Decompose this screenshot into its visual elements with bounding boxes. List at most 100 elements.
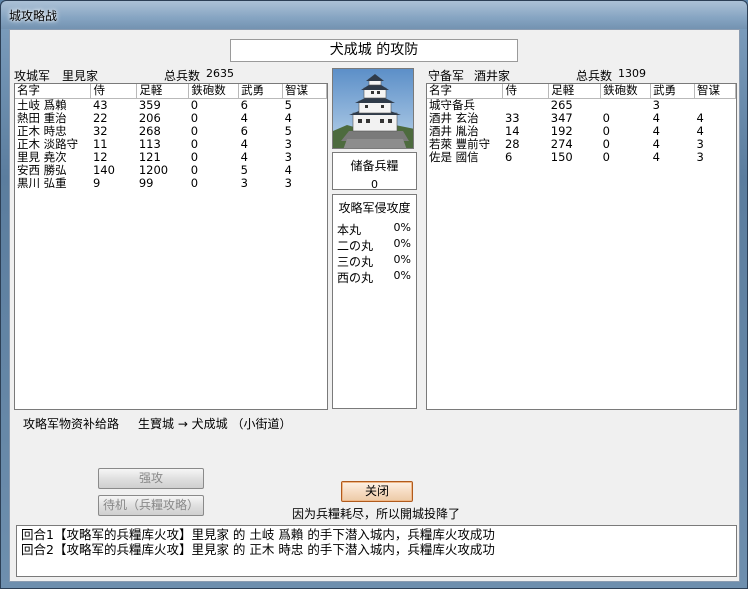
defender-total-label: 总兵数 [576, 69, 613, 83]
defender-total: 1309 [618, 67, 646, 80]
attacker-label: 攻城军 [14, 69, 51, 83]
cell-ashigaru: 192 [550, 123, 573, 138]
cell-samurai: 140 [92, 162, 115, 177]
provisions-label: 储备兵糧 [350, 159, 399, 173]
cell-intellect: 4 [696, 110, 704, 125]
cell-intellect: 4 [284, 110, 292, 125]
cell-intellect: 3 [284, 175, 292, 190]
column-header-valor[interactable]: 武勇 [650, 84, 696, 99]
cell-guns: 0 [602, 149, 610, 164]
cell-samurai: 11 [92, 136, 108, 151]
log-line: 回合1【攻略军的兵糧库火攻】里見家 的 土岐 爲賴 的手下潜入城内，兵糧库火攻成… [21, 527, 495, 542]
cell-name: 酒井 胤治 [429, 123, 479, 138]
wait-siege-button[interactable]: 待机（兵糧攻略） [98, 495, 204, 516]
section-value: 0% [393, 269, 411, 282]
section-value: 0% [393, 221, 411, 234]
section-name: 二の丸 [337, 239, 374, 253]
column-header-intellect[interactable]: 智谋 [282, 84, 327, 99]
cell-guns: 0 [602, 110, 610, 125]
cell-valor: 3 [652, 97, 660, 112]
cell-intellect: 3 [284, 149, 292, 164]
column-header-name[interactable]: 名字 [427, 84, 504, 99]
castle-illustration [333, 69, 413, 148]
table-row[interactable]: 酒井 玄治 33 347 0 4 4 [427, 110, 736, 125]
table-row[interactable]: 若萊 豐前守 28 274 0 4 3 [427, 136, 736, 151]
column-header-ashigaru[interactable]: 足軽 [548, 84, 602, 99]
table-row[interactable]: 安西 勝弘 140 1200 0 5 4 [15, 162, 327, 177]
attacker-list[interactable]: 名字 侍 足軽 鉄砲数 武勇 智谋 土岐 爲賴 43 359 0 6 5 熱田 重治 22 2… [14, 83, 328, 410]
defender-header-row: 名字 侍 足軽 鉄砲数 武勇 智谋 [427, 84, 736, 99]
castle-status-column: 储备兵糧 0 攻略军侵攻度 本丸 0% 二の丸 0% 三の丸 0% 西の丸 0% [332, 68, 420, 410]
cell-ashigaru: 268 [138, 123, 161, 138]
table-row[interactable]: 正木 時忠 32 268 0 6 5 [15, 123, 327, 138]
cell-ashigaru: 150 [550, 149, 573, 164]
cell-name: 酒井 玄治 [429, 110, 479, 125]
defender-list[interactable]: 名字 侍 足軽 鉄砲数 武勇 智谋 城守备兵 265 3 酒井 玄治 33 347 0 4 4… [426, 83, 737, 410]
cell-samurai: 9 [92, 175, 101, 190]
log-line: 回合2【攻略军的兵糧库火攻】里見家 的 正木 時忠 的手下潜入城内，兵糧库火攻成… [21, 542, 495, 557]
cell-name: 正木 時忠 [17, 123, 67, 138]
column-header-valor[interactable]: 武勇 [238, 84, 284, 99]
cell-guns: 0 [190, 149, 199, 164]
table-row[interactable]: 里見 堯次 12 121 0 4 3 [15, 149, 327, 164]
cell-intellect: 3 [696, 149, 704, 164]
battle-log[interactable]: 回合1【攻略军的兵糧库火攻】里見家 的 土岐 爲賴 的手下潜入城内，兵糧库火攻成… [16, 525, 737, 577]
column-header-samurai[interactable]: 侍 [90, 84, 138, 99]
cell-name: 若萊 豐前守 [429, 136, 491, 151]
cell-ashigaru: 121 [138, 149, 161, 164]
cell-valor: 4 [240, 149, 248, 164]
table-row[interactable]: 土岐 爲賴 43 359 0 6 5 [15, 98, 327, 112]
title-bar[interactable]: 城攻略战 [1, 1, 747, 29]
cell-ashigaru: 274 [550, 136, 573, 151]
cell-ashigaru: 1200 [138, 162, 169, 177]
cell-intellect [695, 98, 736, 112]
cell-name: 佐是 國信 [429, 149, 479, 164]
cell-guns: 0 [602, 123, 610, 138]
castle-title: 犬成城 的攻防 [230, 39, 518, 62]
cell-name: 里見 堯次 [17, 149, 67, 164]
column-header-guns[interactable]: 鉄砲数 [600, 84, 652, 99]
attacker-clan: 里見家 [62, 69, 99, 83]
table-row[interactable]: 城守备兵 265 3 [427, 98, 736, 112]
column-header-samurai[interactable]: 侍 [502, 84, 550, 99]
section-value: 0% [393, 253, 411, 266]
table-row[interactable]: 黒川 弘重 9 99 0 3 3 [15, 175, 327, 190]
column-header-name[interactable]: 名字 [15, 84, 92, 99]
assault-button[interactable]: 强攻 [98, 468, 204, 489]
cell-guns: 0 [190, 136, 199, 151]
table-row[interactable]: 熱田 重治 22 206 0 4 4 [15, 110, 327, 125]
castle-image [332, 68, 414, 149]
attacker-total-label: 总兵数 [164, 69, 201, 83]
supply-label: 攻略军物资补给路 [23, 417, 120, 431]
section-name: 西の丸 [337, 271, 374, 285]
cell-ashigaru: 359 [138, 97, 161, 112]
list-item: 二の丸 0% [337, 237, 413, 253]
table-row[interactable]: 正木 淡路守 11 113 0 4 3 [15, 136, 327, 151]
column-header-intellect[interactable]: 智谋 [694, 84, 736, 99]
defender-clan: 酒井家 [474, 69, 511, 83]
section-value: 0% [393, 237, 411, 250]
section-name: 三の丸 [337, 255, 374, 269]
column-header-guns[interactable]: 鉄砲数 [188, 84, 240, 99]
close-button[interactable]: 关闭 [341, 481, 413, 502]
table-row[interactable]: 佐是 國信 6 150 0 4 3 [427, 149, 736, 164]
cell-name: 城守备兵 [429, 97, 475, 112]
cell-intellect: 4 [284, 162, 292, 177]
window-title: 城攻略战 [9, 9, 58, 23]
column-header-ashigaru[interactable]: 足軽 [136, 84, 190, 99]
cell-samurai [503, 98, 549, 112]
dialog-client-area: 犬成城 的攻防 攻城军 里見家 总兵数 2635 名字 侍 足軽 鉄砲数 武勇 … [9, 29, 740, 582]
table-row[interactable]: 酒井 胤治 14 192 0 4 4 [427, 123, 736, 138]
cell-ashigaru: 206 [138, 110, 161, 125]
cell-guns: 0 [190, 110, 199, 125]
result-message: 因为兵糧耗尽，所以開城投降了 [292, 507, 461, 521]
cell-guns [601, 98, 651, 112]
cell-guns: 0 [602, 136, 610, 151]
section-name: 本丸 [337, 223, 362, 237]
cell-intellect: 5 [284, 97, 292, 112]
cell-guns: 0 [190, 175, 199, 190]
cell-samurai: 14 [504, 123, 520, 138]
cell-intellect: 5 [284, 123, 292, 138]
cell-intellect: 3 [696, 136, 704, 151]
invasion-list: 本丸 0% 二の丸 0% 三の丸 0% 西の丸 0% [337, 221, 413, 285]
